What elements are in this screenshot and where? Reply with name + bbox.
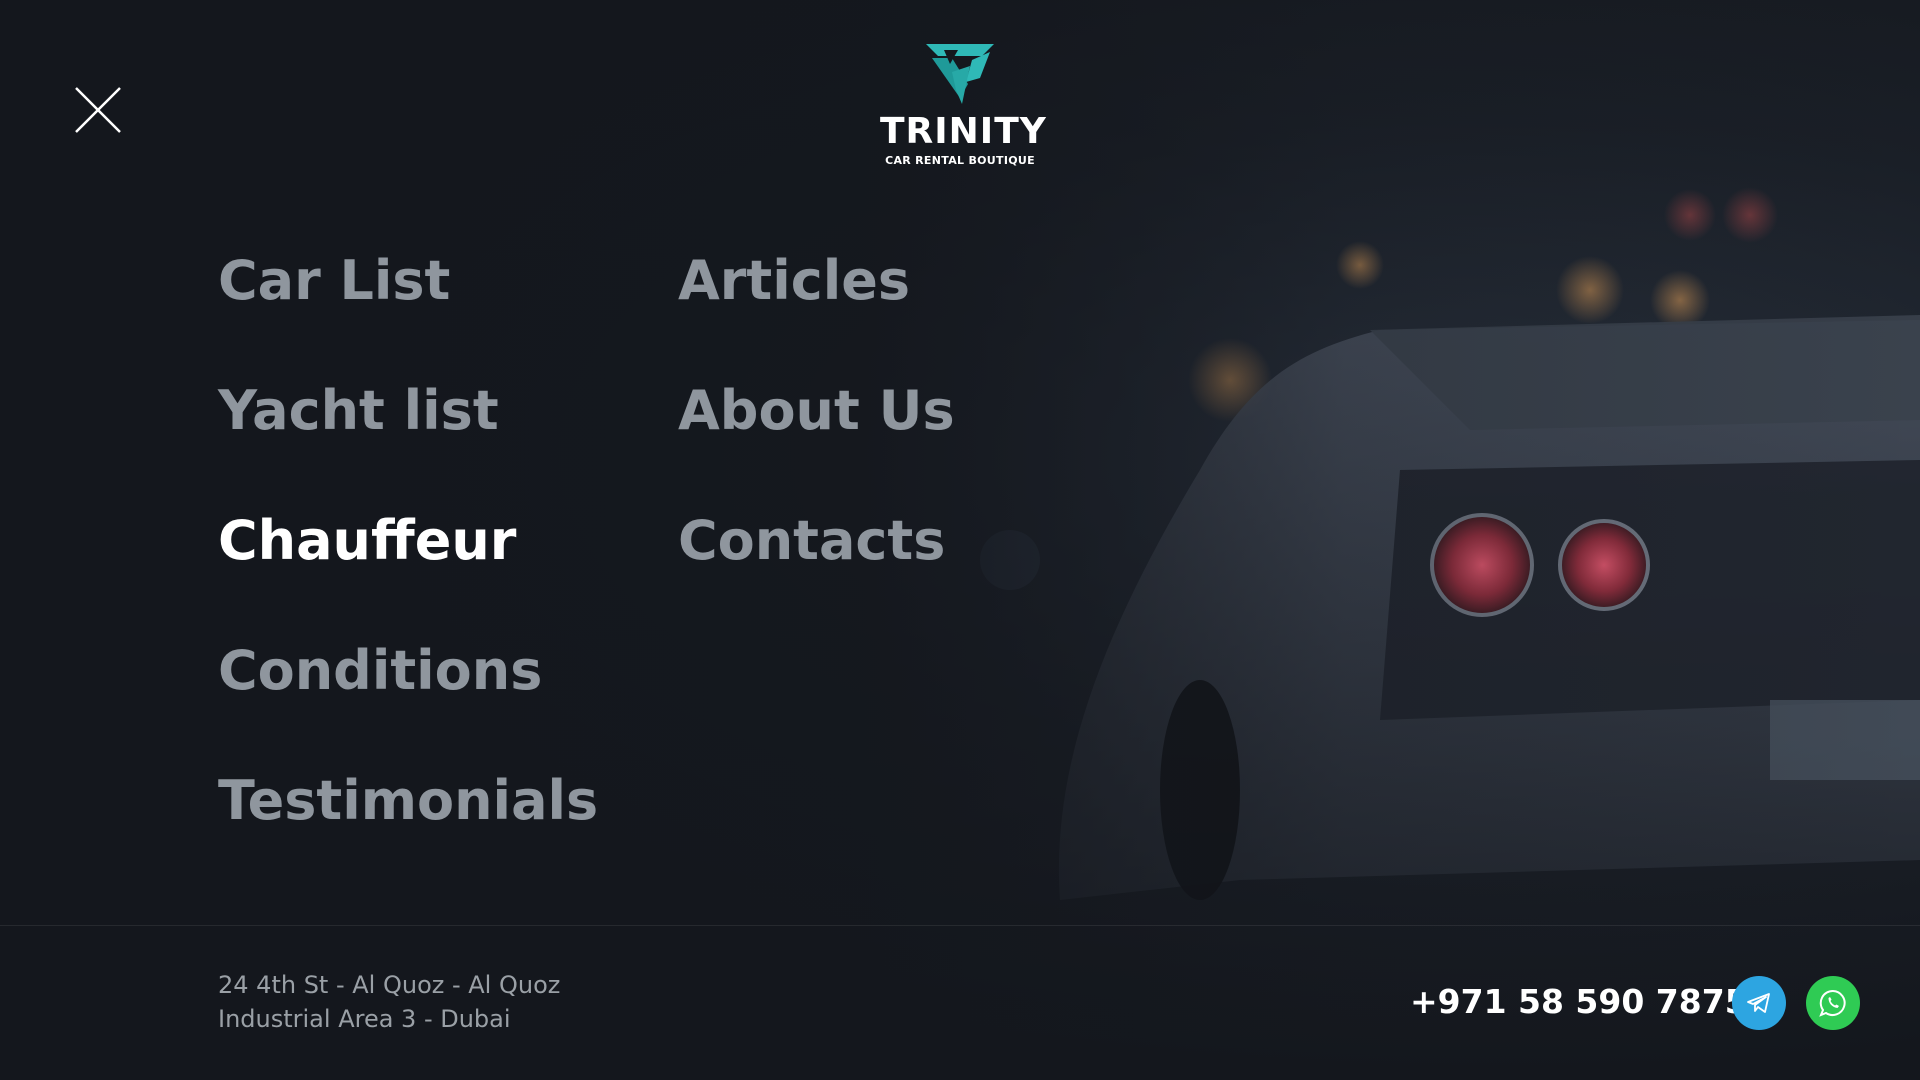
menu-item-conditions[interactable]: Conditions	[218, 638, 542, 704]
whatsapp-icon	[1819, 989, 1846, 1017]
menu-item-label: Yacht list	[218, 379, 499, 442]
menu-overlay-page: TRINITY CAR RENTAL BOUTIQUE Car List Yac…	[0, 0, 1920, 1080]
menu-item-label: Contacts	[678, 509, 946, 572]
telegram-button[interactable]	[1732, 976, 1786, 1030]
menu-item-label: About Us	[678, 379, 955, 442]
telegram-icon	[1747, 993, 1770, 1013]
menu-item-about-us[interactable]: About Us	[678, 378, 955, 444]
logo[interactable]: TRINITY CAR RENTAL BOUTIQUE	[880, 38, 1047, 167]
menu-item-testimonials[interactable]: Testimonials	[218, 768, 598, 834]
close-menu-button[interactable]	[72, 84, 124, 136]
phone-link[interactable]: +971 58 590 7875	[1410, 980, 1748, 1024]
menu-item-articles[interactable]: Articles	[678, 248, 910, 314]
menu-item-contacts[interactable]: Contacts	[678, 508, 945, 574]
logo-name: TRINITY	[880, 111, 1047, 152]
menu-item-label: Testimonials	[218, 769, 599, 832]
close-icon	[75, 87, 121, 133]
trinity-logo-mark-icon	[926, 44, 994, 104]
address-line-1: 24 4th St - Al Quoz - Al Quoz	[218, 971, 561, 999]
whatsapp-button[interactable]	[1806, 976, 1860, 1030]
logo-tagline: CAR RENTAL BOUTIQUE	[885, 154, 1035, 167]
menu-item-chauffeur[interactable]: Chauffeur	[215, 508, 533, 574]
menu-item-label: Conditions	[218, 639, 543, 702]
menu-item-label: Articles	[678, 249, 911, 312]
footer-divider	[0, 925, 1920, 926]
menu-item-yacht-list[interactable]: Yacht list	[218, 378, 499, 444]
menu-item-label: Chauffeur	[218, 509, 517, 572]
menu-item-label: Car List	[218, 249, 451, 312]
address-line-2: Industrial Area 3 - Dubai	[218, 1005, 511, 1033]
menu-item-car-list[interactable]: Car List	[218, 248, 450, 314]
address: 24 4th St - Al Quoz - Al Quoz Industrial…	[218, 968, 560, 1036]
